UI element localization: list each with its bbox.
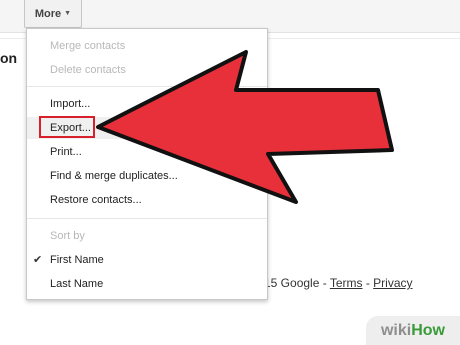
menu-item-sort-last-name[interactable]: Last Name: [27, 273, 267, 295]
watermark-how: How: [411, 322, 445, 339]
menu-item-find-merge-duplicates[interactable]: Find & merge duplicates...: [27, 165, 267, 187]
sort-by-header: Sort by: [50, 230, 85, 242]
menu-separator: [27, 218, 267, 219]
more-button[interactable]: More ▼: [24, 0, 82, 28]
footer: 15 Google - Terms - Privacy: [264, 276, 413, 290]
menu-item-sort-first-name[interactable]: ✔ First Name: [27, 249, 267, 271]
watermark-wiki: wiki: [380, 322, 412, 339]
wikihow-watermark: wikiHow: [366, 316, 460, 345]
menu-item-merge-contacts[interactable]: Merge contacts: [27, 35, 267, 57]
more-dropdown-menu: Merge contacts Delete contacts Import...…: [26, 28, 268, 300]
more-button-label: More: [34, 7, 62, 20]
privacy-link[interactable]: Privacy: [373, 276, 412, 290]
menu-separator: [27, 86, 267, 87]
terms-link[interactable]: Terms: [330, 276, 363, 290]
footer-separator: -: [362, 276, 374, 290]
menu-item-import[interactable]: Import...: [27, 93, 267, 115]
copyright-text: 15 Google -: [264, 276, 330, 290]
chevron-down-icon: ▼: [64, 10, 72, 17]
checkmark-icon: ✔: [33, 254, 43, 266]
menu-item-print[interactable]: Print...: [27, 141, 267, 163]
menu-item-delete-contacts[interactable]: Delete contacts: [27, 59, 267, 81]
sort-first-name-label: First Name: [50, 254, 104, 266]
page-title: on: [0, 50, 18, 66]
menu-item-restore-contacts[interactable]: Restore contacts...: [27, 189, 267, 211]
export-highlight-box: [39, 116, 95, 138]
